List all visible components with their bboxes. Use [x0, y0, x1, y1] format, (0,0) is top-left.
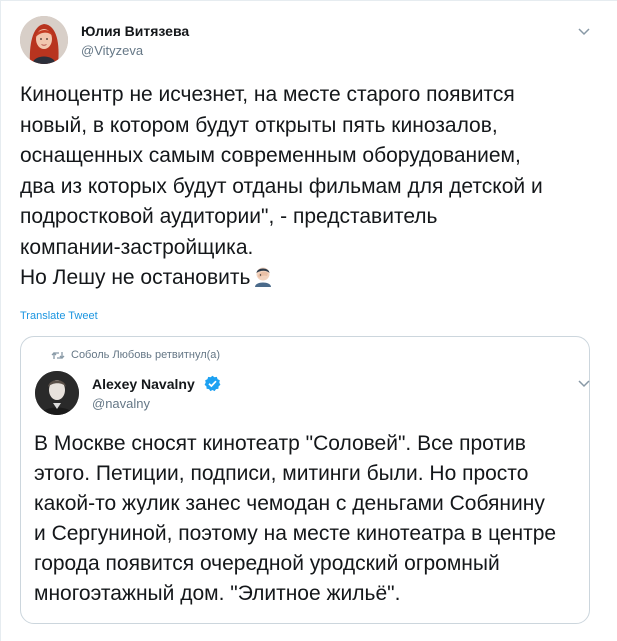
quoted-author-name[interactable]: Alexey Navalny — [92, 376, 195, 392]
retweet-icon — [51, 348, 65, 359]
tweet-text-line: новый, в котором будут открыты пять кино… — [20, 113, 498, 137]
card-left-border — [0, 0, 1, 641]
tweet-card: Юлия Витязева @Vityzeva Киноцентр не исч… — [0, 0, 617, 641]
tweet-text-line: Киноцентр не исчезнет, на месте старого … — [20, 83, 515, 106]
chevron-down-icon[interactable] — [577, 379, 591, 389]
tweet-text-line: Но Лешу не остановить — [20, 266, 251, 289]
author-avatar[interactable] — [20, 16, 68, 64]
tweet-text-line: оснащенных самым современным оборудовани… — [20, 144, 521, 167]
quoted-text-line: какой-то жулик занес чемодан с деньгами … — [34, 492, 545, 515]
quoted-author-avatar[interactable] — [35, 371, 79, 415]
card-top-border — [0, 0, 617, 1]
quoted-text-line: города появится очередной уродский огром… — [34, 552, 500, 575]
quoted-text-line: и Сергуниной, поэтому на месте кинотеатр… — [34, 522, 557, 545]
author-name[interactable]: Юлия Витязева — [81, 23, 189, 39]
tweet-text-line: компании-застройщика. — [20, 235, 254, 259]
chevron-down-icon[interactable] — [577, 27, 591, 37]
quoted-tweet-card[interactable]: Соболь Любовь ретвитнул(а) Alexey Navaln… — [20, 336, 590, 624]
tweet-text: Киноцентр не исчезнет, на месте старого … — [20, 80, 600, 294]
verified-badge-icon — [204, 375, 221, 392]
quoted-text-line: В Москве сносят кинотеатр "Соловей". Все… — [34, 432, 526, 455]
face-palm-emoji-icon — [252, 265, 274, 287]
tweet-text-line: подростковой аудитории", - представитель — [20, 205, 438, 228]
translate-tweet-link[interactable]: Translate Tweet — [20, 310, 98, 322]
quoted-author-handle[interactable]: @navalny — [92, 396, 150, 411]
author-handle[interactable]: @Vityzeva — [81, 43, 143, 58]
quoted-text-line: этого. Петиции, подписи, митинги были. Н… — [34, 462, 529, 485]
tweet-text-line: два из которых будут отданы фильмам для … — [20, 174, 543, 198]
retweeted-by-label[interactable]: Соболь Любовь ретвитнул(а) — [71, 349, 220, 361]
quoted-text-line: многоэтажный дом. "Элитное жильё". — [34, 582, 401, 605]
quoted-tweet-text: В Москве сносят кинотеатр "Соловей". Все… — [34, 429, 586, 609]
